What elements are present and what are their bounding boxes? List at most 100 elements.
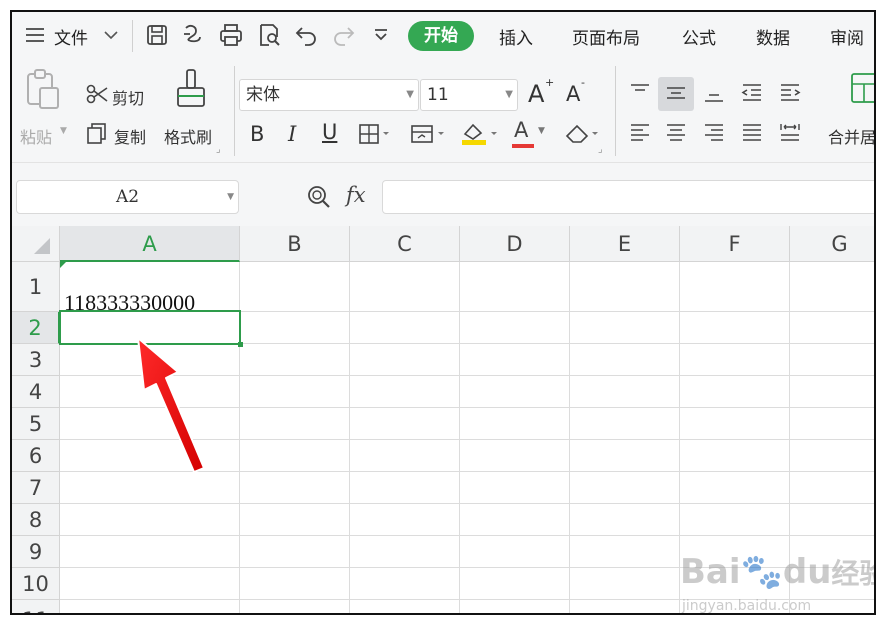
scissors-icon[interactable] xyxy=(86,84,108,110)
watermark-logo: Bai🐾du经验 xyxy=(680,552,874,592)
dropdown-arrow-icon: ▼ xyxy=(505,89,513,100)
minus-icon: - xyxy=(581,76,585,89)
column-header-g[interactable]: G xyxy=(790,226,874,262)
undo-icon[interactable] xyxy=(294,22,320,48)
align-right-icon[interactable] xyxy=(702,122,726,148)
merge-center-button[interactable]: 合并居 xyxy=(828,124,874,148)
tab-formulas[interactable]: 公式 xyxy=(682,24,716,49)
copy-button[interactable]: 复制 xyxy=(114,124,146,148)
gridline xyxy=(60,535,874,536)
tab-review[interactable]: 审阅 xyxy=(830,24,864,49)
file-menu[interactable]: 文件 xyxy=(54,24,88,49)
row-header-11[interactable]: 11 xyxy=(12,600,60,613)
font-name-select[interactable]: 宋体 ▼ xyxy=(239,79,419,111)
paste-button[interactable]: 粘贴 xyxy=(20,124,52,148)
bold-button[interactable]: B xyxy=(250,122,264,146)
row-header-4[interactable]: 4 xyxy=(12,376,60,408)
row-header-8[interactable]: 8 xyxy=(12,504,60,536)
font-color-glyph: A xyxy=(514,118,529,142)
paste-dropdown-icon[interactable]: ▼ xyxy=(60,126,67,136)
column-header-a[interactable]: A xyxy=(60,226,240,262)
dropdown-arrow-icon: ▼ xyxy=(227,192,234,202)
align-top-icon[interactable] xyxy=(628,82,652,108)
dropdown-arrow-icon: ▼ xyxy=(538,126,545,136)
formula-input[interactable] xyxy=(382,180,874,214)
plus-icon: + xyxy=(545,76,555,89)
increase-font-icon[interactable]: A xyxy=(528,80,544,108)
gridline xyxy=(459,262,460,613)
merge-center-icon[interactable] xyxy=(850,72,874,110)
align-left-icon[interactable] xyxy=(628,122,652,148)
align-middle-icon[interactable] xyxy=(664,82,688,108)
hamburger-menu-icon[interactable] xyxy=(24,24,46,46)
underline-button[interactable]: U xyxy=(322,120,337,144)
font-launcher-icon[interactable]: ⌟ xyxy=(598,144,603,155)
column-header-e[interactable]: E xyxy=(570,226,680,262)
insert-function-button[interactable]: fx xyxy=(346,183,366,207)
watermark-brand-suffix: du xyxy=(782,552,832,592)
format-painter-icon[interactable] xyxy=(174,68,208,114)
name-box[interactable]: A2 ▼ xyxy=(16,180,239,214)
dropdown-arrow-icon: ▼ xyxy=(406,89,414,100)
align-center-icon[interactable] xyxy=(664,122,688,148)
watermark-paw-icon: 🐾 xyxy=(740,552,783,592)
justify-icon[interactable] xyxy=(740,122,764,148)
redo-icon[interactable] xyxy=(330,22,356,48)
column-header-c[interactable]: C xyxy=(350,226,460,262)
font-size-value: 11 xyxy=(427,85,449,105)
font-color-icon[interactable]: A ▼ xyxy=(510,118,552,148)
gridline xyxy=(349,262,350,613)
separator xyxy=(132,20,133,52)
row-header-2[interactable]: 2 xyxy=(12,312,60,344)
menu-bar: 文件 开始 插入 页面布局 公式 数据 审阅 xyxy=(12,12,874,60)
italic-button[interactable]: I xyxy=(288,122,296,146)
fill-color-icon[interactable] xyxy=(410,123,448,149)
select-all-corner[interactable] xyxy=(12,226,60,262)
print-preview-icon[interactable] xyxy=(256,22,282,48)
customize-toolbar-icon[interactable] xyxy=(368,22,394,48)
row-header-10[interactable]: 10 xyxy=(12,568,60,600)
clipboard-launcher-icon[interactable]: ⌟ xyxy=(216,144,221,155)
column-header-f[interactable]: F xyxy=(680,226,790,262)
spreadsheet-grid: A B C D E F G 1 2 3 4 5 6 7 8 9 10 11833… xyxy=(12,226,874,613)
paste-icon[interactable] xyxy=(24,68,60,114)
format-painter-button[interactable]: 格式刷 xyxy=(164,124,212,148)
fill-handle[interactable] xyxy=(238,342,243,347)
row-header-5[interactable]: 5 xyxy=(12,408,60,440)
font-size-select[interactable]: 11 ▼ xyxy=(420,79,518,111)
gridline xyxy=(60,503,874,504)
border-icon[interactable] xyxy=(358,123,392,149)
export-pdf-icon[interactable] xyxy=(180,22,206,48)
column-header-b[interactable]: B xyxy=(240,226,350,262)
tab-page-layout[interactable]: 页面布局 xyxy=(572,24,640,49)
row-header-1[interactable]: 1 xyxy=(12,262,60,312)
gridline xyxy=(569,262,570,613)
decrease-font-icon[interactable]: A xyxy=(566,82,580,106)
tab-insert[interactable]: 插入 xyxy=(499,24,533,49)
row-header-7[interactable]: 7 xyxy=(12,472,60,504)
print-icon[interactable] xyxy=(218,22,244,48)
align-bottom-icon[interactable] xyxy=(702,82,726,108)
app-window: 文件 开始 插入 页面布局 公式 数据 审阅 粘贴 ▼ 剪切 复制 格式刷 ⌟ … xyxy=(10,10,876,615)
formula-bar: A2 ▼ fx xyxy=(12,162,874,227)
decrease-indent-icon[interactable] xyxy=(740,82,764,108)
chevron-down-icon[interactable] xyxy=(102,26,120,44)
tab-data[interactable]: 数据 xyxy=(756,24,790,49)
zoom-search-icon[interactable] xyxy=(306,184,332,214)
distributed-align-icon[interactable] xyxy=(778,122,802,148)
cut-button[interactable]: 剪切 xyxy=(112,85,144,109)
red-arrow-annotation xyxy=(137,337,205,473)
save-icon[interactable] xyxy=(144,22,170,48)
separator xyxy=(234,66,235,156)
row-header-6[interactable]: 6 xyxy=(12,440,60,472)
error-indicator-icon xyxy=(60,262,66,268)
highlight-icon[interactable] xyxy=(460,120,502,150)
ribbon-home: 粘贴 ▼ 剪切 复制 格式刷 ⌟ 宋体 ▼ 11 ▼ A + A - B I U… xyxy=(12,60,874,162)
increase-indent-icon[interactable] xyxy=(778,82,802,108)
row-header-9[interactable]: 9 xyxy=(12,536,60,568)
column-header-d[interactable]: D xyxy=(460,226,570,262)
copy-icon[interactable] xyxy=(86,122,108,148)
row-header-3[interactable]: 3 xyxy=(12,344,60,376)
font-name-value: 宋体 xyxy=(246,85,280,105)
tab-home[interactable]: 开始 xyxy=(408,21,474,51)
